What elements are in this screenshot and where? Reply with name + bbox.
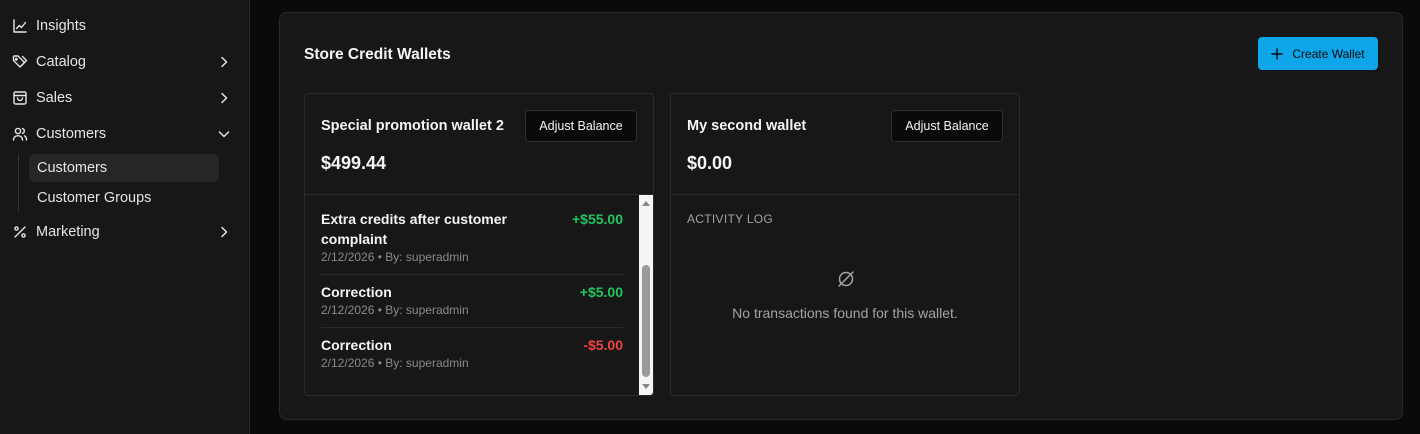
wallet-balance: $0.00 (687, 153, 733, 173)
transaction-description: Extra credits after customer complaint (321, 211, 507, 247)
transaction-amount: +$5.00 (579, 284, 623, 300)
wallet-balance: $499.44 (321, 153, 387, 173)
empty-state-message: No transactions found for this wallet. (732, 305, 958, 321)
sidebar-subitem-customers[interactable]: Customers (29, 154, 219, 182)
transaction-list[interactable]: Extra credits after customer complaint 2… (305, 195, 653, 395)
sidebar-item-sales[interactable]: Sales (0, 80, 249, 116)
scrollbar-thumb[interactable] (642, 265, 650, 377)
scrollbar[interactable] (639, 195, 653, 395)
transaction-description: Correction (321, 337, 392, 353)
chevron-right-icon (217, 91, 231, 105)
shopping-bag-icon (12, 90, 28, 106)
adjust-balance-button[interactable]: Adjust Balance (891, 110, 1003, 142)
wallet-header: My second wallet $0.00 Adjust Balance (671, 94, 1019, 195)
transaction-row: Correction 2/12/2026 • By: superadmin +$… (321, 282, 623, 328)
store-credit-wallets-card: Store Credit Wallets Create Wallet Speci… (279, 12, 1403, 420)
chevron-right-icon (217, 55, 231, 69)
wallet-name: Special promotion wallet 2 (321, 118, 504, 134)
users-icon (12, 126, 28, 142)
transaction-row: Extra credits after customer complaint 2… (321, 209, 623, 275)
plus-icon (1271, 47, 1284, 60)
tag-icon (12, 54, 28, 70)
sidebar: Insights Catalog Sales Customers Custome… (0, 0, 250, 434)
create-wallet-button[interactable]: Create Wallet (1258, 37, 1378, 70)
sidebar-item-label: Insights (36, 18, 86, 34)
page-title: Store Credit Wallets (304, 46, 451, 63)
wallet-header: Special promotion wallet 2 $499.44 Adjus… (305, 94, 653, 195)
chevron-down-icon (217, 127, 231, 141)
adjust-balance-button[interactable]: Adjust Balance (525, 110, 637, 142)
sidebar-subitem-customer-groups[interactable]: Customer Groups (29, 184, 219, 212)
transaction-amount: -$5.00 (583, 337, 623, 353)
sidebar-item-catalog[interactable]: Catalog (0, 44, 249, 80)
wallet-card: Special promotion wallet 2 $499.44 Adjus… (304, 93, 654, 396)
scroll-up-arrow-icon[interactable] (642, 201, 650, 206)
chart-line-icon (12, 18, 28, 34)
activity-log-heading: ACTIVITY LOG (687, 212, 774, 226)
percent-icon (12, 224, 28, 240)
transaction-meta: 2/12/2026 • By: superadmin (321, 250, 469, 264)
customers-submenu: Customers Customer Groups (18, 154, 249, 212)
wallet-card: My second wallet $0.00 Adjust Balance AC… (670, 93, 1020, 396)
empty-set-icon (836, 269, 856, 294)
transaction-meta: 2/12/2026 • By: superadmin (321, 356, 469, 370)
sidebar-item-label: Sales (36, 90, 73, 106)
sidebar-item-insights[interactable]: Insights (0, 8, 249, 44)
sidebar-item-label: Customers (36, 126, 107, 142)
transaction-amount: +$55.00 (572, 211, 623, 227)
transaction-row: Correction 2/12/2026 • By: superadmin -$… (321, 335, 623, 381)
sidebar-item-label: Catalog (36, 54, 86, 70)
wallet-name: My second wallet (687, 118, 807, 134)
main-content: Store Credit Wallets Create Wallet Speci… (250, 0, 1420, 434)
scroll-down-arrow-icon[interactable] (642, 384, 650, 389)
transaction-description: Correction (321, 284, 392, 300)
chevron-right-icon (217, 225, 231, 239)
transaction-meta: 2/12/2026 • By: superadmin (321, 303, 469, 317)
sidebar-item-customers[interactable]: Customers (0, 116, 249, 152)
sidebar-item-marketing[interactable]: Marketing (0, 214, 249, 250)
sidebar-item-label: Marketing (36, 224, 100, 240)
create-wallet-label: Create Wallet (1292, 46, 1365, 61)
